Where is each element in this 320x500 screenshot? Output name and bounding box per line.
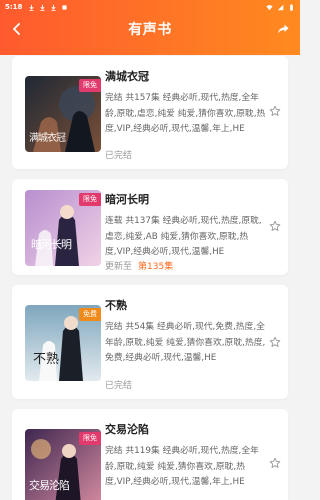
book-status: 更新至 第135集 <box>105 262 174 272</box>
share-arrow-icon <box>277 24 288 34</box>
nav-bar: 有声书 <box>0 14 300 44</box>
limited-free-badge: 限免 <box>79 432 101 445</box>
book-title: 交易沦陷 <box>105 423 149 436</box>
status-time: 5:18 <box>5 3 23 11</box>
book-card[interactable]: 限免 交易沦陷 交易沦陷 完结 共119集 经典必听,现代,热度,全年龄,原耽,… <box>12 409 288 500</box>
chevron-left-icon <box>13 23 20 35</box>
book-card[interactable]: 限免 满城衣冠 满城衣冠 完结 共157集 经典必听,现代,热度,全年龄,原耽,… <box>12 56 288 169</box>
download-icon <box>29 4 35 11</box>
free-badge: 免费 <box>79 308 101 321</box>
download-icon <box>51 4 57 11</box>
book-cover: 免费 不熟 <box>25 305 101 381</box>
book-info: 完结 共157集 经典必听,现代,热度,全年龄,原耽,虐恋,纯爱 纯爱,猜你喜欢… <box>105 93 266 134</box>
star-outline-icon[interactable] <box>269 220 281 232</box>
signal-icon <box>277 4 284 10</box>
status-bar: 5:18 <box>0 0 300 14</box>
book-list: 限免 满城衣冠 满城衣冠 完结 共157集 经典必听,现代,热度,全年龄,原耽,… <box>0 44 300 500</box>
book-cover: 限免 暗河长明 <box>25 190 101 266</box>
star-outline-icon[interactable] <box>269 105 281 117</box>
latest-episode: 第135集 <box>138 262 174 272</box>
book-cover: 限免 满城衣冠 <box>25 76 101 152</box>
cover-title: 不熟 <box>33 352 60 367</box>
wifi-icon <box>266 4 273 10</box>
book-title: 暗河长明 <box>105 193 149 206</box>
download-icon <box>40 4 46 11</box>
share-button[interactable] <box>275 21 291 37</box>
book-status: 已完结 <box>105 151 133 161</box>
cover-title: 交易沦陷 <box>29 479 70 492</box>
star-outline-icon[interactable] <box>269 336 281 348</box>
limited-free-badge: 限免 <box>79 193 101 206</box>
book-card[interactable]: 免费 不熟 不熟 完结 共54集 经典必听,现代,免费,热度,全年龄,原耽,纯爱… <box>12 285 288 399</box>
page-title: 有声书 <box>128 22 172 38</box>
book-status: 已完结 <box>105 381 133 391</box>
book-title: 不熟 <box>105 299 127 312</box>
cover-title: 暗河长明 <box>31 238 72 251</box>
battery-icon <box>290 3 293 11</box>
star-outline-icon[interactable] <box>269 457 281 469</box>
limited-free-badge: 限免 <box>79 79 101 92</box>
book-info: 完结 共119集 经典必听,现代,热度,全年龄,原耽,纯爱 纯爱,猜你喜欢,原耽… <box>105 446 259 487</box>
book-title: 满城衣冠 <box>105 70 149 83</box>
book-cover: 限免 交易沦陷 <box>25 429 101 500</box>
book-info: 完结 共54集 经典必听,现代,免费,热度,全年龄,原耽,纯爱 纯爱,猜你喜欢,… <box>105 322 266 363</box>
book-card[interactable]: 限免 暗河长明 暗河长明 连载 共137集 经典必听,现代,热度,原耽,虐恋,纯… <box>12 179 288 275</box>
notification-icon <box>62 4 68 10</box>
back-button[interactable] <box>9 21 25 37</box>
cover-title: 满城衣冠 <box>29 133 66 144</box>
